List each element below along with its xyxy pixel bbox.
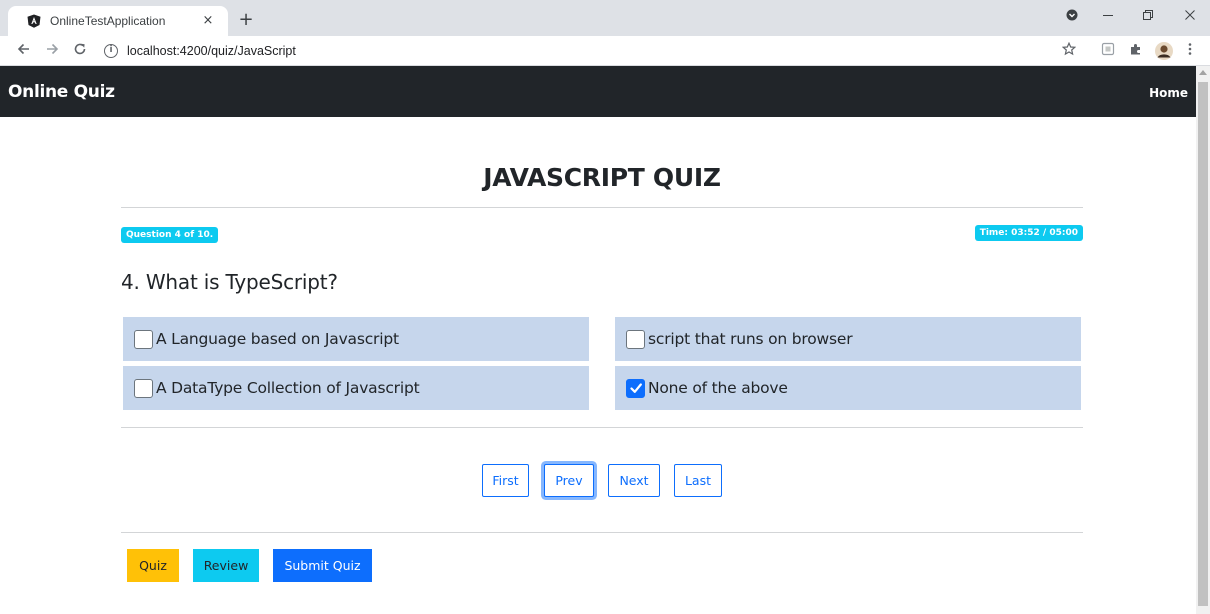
prev-button[interactable]: Prev	[544, 464, 594, 497]
url-text: localhost:4200/quiz/JavaScript	[127, 44, 296, 58]
option-1[interactable]: A Language based on Javascript	[123, 317, 589, 361]
pager-divider	[121, 532, 1083, 533]
page-viewport: Online Quiz Home JAVASCRIPT QUIZ Questio…	[0, 66, 1196, 614]
review-button[interactable]: Review	[193, 549, 259, 582]
close-window-icon[interactable]	[1180, 8, 1200, 28]
last-button[interactable]: Last	[674, 464, 722, 497]
quiz-button[interactable]: Quiz	[127, 549, 179, 582]
quiz-title: JAVASCRIPT QUIZ	[483, 163, 721, 192]
option-3-checkbox[interactable]	[134, 378, 153, 398]
minimize-icon[interactable]	[1098, 8, 1118, 28]
star-icon[interactable]	[1060, 41, 1078, 60]
browser-tab[interactable]: OnlineTestApplication ×	[8, 6, 228, 36]
extension-icon[interactable]	[1099, 42, 1117, 60]
question-text: 4. What is TypeScript?	[121, 270, 338, 294]
address-bar[interactable]: i localhost:4200/quiz/JavaScript	[104, 39, 1094, 63]
option-4-label: None of the above	[648, 379, 788, 397]
option-2-label: script that runs on browser	[648, 330, 853, 348]
home-link[interactable]: Home	[1149, 86, 1188, 100]
scroll-up-arrow-icon[interactable]	[1199, 70, 1207, 75]
title-divider	[121, 207, 1083, 208]
first-button[interactable]: First	[482, 464, 529, 497]
puzzle-icon[interactable]	[1127, 42, 1145, 60]
profile-avatar[interactable]	[1155, 42, 1173, 60]
restore-icon[interactable]	[1138, 8, 1158, 28]
option-3-label: A DataType Collection of Javascript	[156, 379, 420, 397]
options-divider	[121, 427, 1083, 428]
browser-toolbar: i localhost:4200/quiz/JavaScript	[0, 36, 1210, 66]
vertical-scrollbar[interactable]	[1196, 66, 1210, 614]
question-counter-badge: Question 4 of 10.	[121, 227, 219, 243]
checkmark-icon	[629, 383, 642, 393]
kebab-menu-icon[interactable]	[1181, 42, 1199, 60]
browser-tab-strip: OnlineTestApplication × +	[0, 0, 1210, 36]
new-tab-button[interactable]: +	[234, 9, 258, 33]
option-1-label: A Language based on Javascript	[156, 330, 399, 348]
option-2[interactable]: script that runs on browser	[615, 317, 1081, 361]
reload-icon[interactable]	[70, 41, 90, 61]
submit-quiz-button[interactable]: Submit Quiz	[273, 549, 372, 582]
option-3[interactable]: A DataType Collection of Javascript	[123, 366, 589, 410]
angular-favicon-icon	[26, 13, 42, 29]
back-arrow-icon[interactable]	[14, 41, 34, 61]
timer-badge: Time: 03:52 / 05:00	[974, 225, 1083, 241]
top-navbar: Online Quiz Home	[0, 66, 1196, 117]
forward-arrow-icon[interactable]	[42, 41, 62, 61]
tab-close-icon[interactable]: ×	[200, 13, 216, 29]
info-icon[interactable]: i	[104, 44, 118, 58]
scrollbar-thumb[interactable]	[1198, 82, 1208, 606]
option-4[interactable]: None of the above	[615, 366, 1081, 410]
navbar-brand[interactable]: Online Quiz	[8, 82, 115, 102]
option-1-checkbox[interactable]	[134, 329, 153, 349]
option-2-checkbox[interactable]	[626, 329, 645, 349]
profile-menu-icon[interactable]	[1062, 8, 1082, 28]
next-button[interactable]: Next	[608, 464, 660, 497]
option-4-checkbox[interactable]	[626, 378, 645, 398]
tab-title: OnlineTestApplication	[50, 14, 166, 28]
